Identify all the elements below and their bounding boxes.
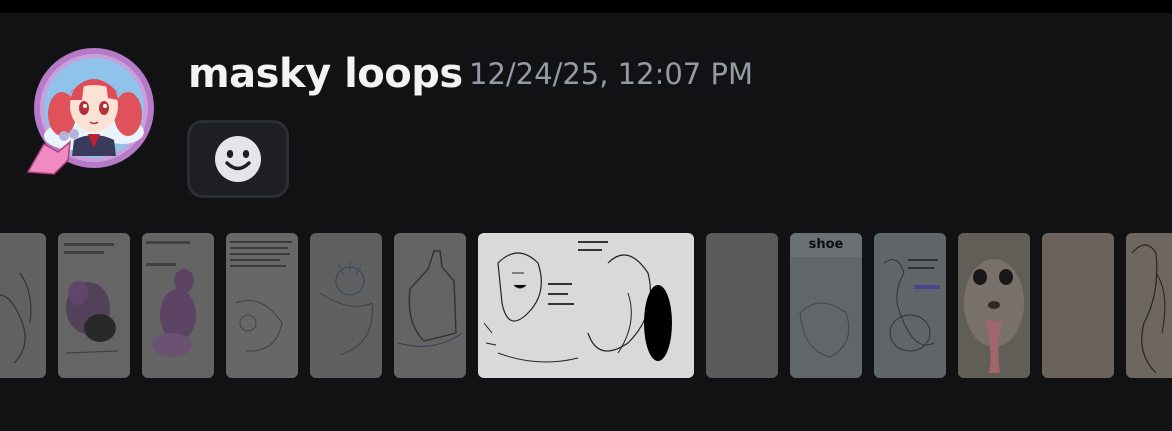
sketch-thumb-blue-text[interactable] bbox=[874, 233, 946, 378]
purple-character-thumb-2[interactable] bbox=[142, 233, 214, 378]
blue-sketch-thumb[interactable] bbox=[310, 233, 382, 378]
squirrel-photo-thumb[interactable] bbox=[958, 233, 1030, 378]
bottle-sketch-thumb[interactable] bbox=[394, 233, 466, 378]
shoe-label: shoe bbox=[808, 237, 844, 252]
selected-sketch-thumb[interactable] bbox=[478, 233, 694, 378]
smiley-face-icon bbox=[215, 136, 261, 182]
shoe-thumb[interactable]: shoe bbox=[790, 233, 862, 378]
image-gallery-strip[interactable]: shoe bbox=[0, 233, 1172, 378]
partial-sketch-thumb[interactable] bbox=[1126, 233, 1172, 378]
text-sketch-thumb[interactable] bbox=[226, 233, 298, 378]
status-bar bbox=[0, 0, 1172, 13]
blank-thumb[interactable] bbox=[706, 233, 778, 378]
message-timestamp: 12/24/25, 12:07 PM bbox=[469, 57, 753, 91]
sketch-thumb-1[interactable] bbox=[0, 233, 46, 378]
purple-character-thumb[interactable] bbox=[58, 233, 130, 378]
username[interactable]: masky loops bbox=[188, 48, 463, 100]
avatar[interactable] bbox=[24, 44, 156, 176]
add-reaction-button[interactable] bbox=[187, 120, 289, 198]
blank-beige-thumb[interactable] bbox=[1042, 233, 1114, 378]
